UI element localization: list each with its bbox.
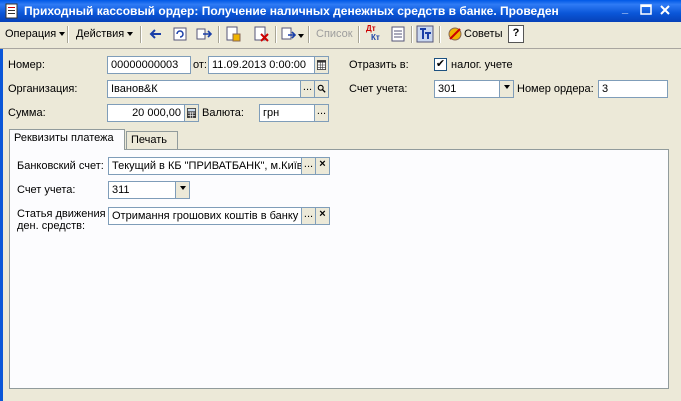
refresh-icon[interactable] — [171, 25, 189, 43]
bank-account-field[interactable]: Текущий в КБ "ПРИВАТБАНК", м.Київ — [108, 157, 302, 175]
currency-label: Валюта: — [202, 107, 244, 119]
chevron-down-icon[interactable] — [298, 34, 304, 38]
calculator-icon[interactable] — [184, 104, 199, 122]
maximize-button[interactable] — [638, 2, 654, 18]
organization-field[interactable]: Іванов&К — [107, 80, 301, 98]
reflect-in-label: Отразить в: — [349, 59, 409, 71]
operation-menu[interactable]: Операция — [5, 26, 66, 42]
bank-account-label: Банковский счет: — [17, 160, 104, 172]
actions-menu[interactable]: Действия — [76, 26, 134, 42]
window-titlebar: Приходный кассовый ордер: Получение нали… — [0, 0, 681, 22]
calendar-icon[interactable] — [314, 56, 329, 74]
tab-panel-payment-details: Банковский счет: Текущий в КБ "ПРИВАТБАН… — [9, 149, 669, 389]
tab-payment-details[interactable]: Реквизиты платежа — [9, 129, 125, 150]
cash-flow-field[interactable]: Отримання грошових коштів в банку — [108, 207, 302, 225]
sum-field[interactable]: 20 000,00 — [107, 104, 185, 122]
payment-account-field[interactable]: 311 — [108, 181, 176, 199]
unpost-document-icon[interactable] — [252, 25, 270, 43]
payment-account-label: Счет учета: — [17, 184, 76, 196]
currency-field[interactable]: грн — [259, 104, 315, 122]
date-from-label: от: — [193, 59, 207, 71]
form-body: Номер: 00000000003 от: 11.09.2013 0:00:0… — [0, 49, 681, 401]
chevron-down-icon — [127, 32, 134, 37]
date-field[interactable]: 11.09.2013 0:00:00 — [208, 56, 315, 74]
tips-icon[interactable] — [446, 25, 464, 43]
bank-account-select-button[interactable]: ... — [301, 157, 316, 175]
minimize-button[interactable]: _ — [617, 2, 633, 18]
document-icon — [5, 3, 18, 19]
operation-menu-label: Операция — [5, 28, 57, 40]
dtkt-bottom-label: Кт — [371, 33, 380, 42]
list-button[interactable]: Список — [316, 26, 353, 42]
toolbar: Операция Действия Список Дт Кт Советы ? — [0, 22, 681, 49]
create-based-on-icon[interactable] — [280, 25, 298, 43]
chevron-down-icon — [59, 32, 66, 37]
tabs-area: Реквизиты платежа Печать Банковский счет… — [9, 129, 669, 391]
account-dropdown[interactable] — [499, 80, 514, 98]
tax-accounting-checkbox[interactable]: ✔ — [434, 58, 447, 71]
currency-select-button[interactable]: ... — [314, 104, 329, 122]
move-document-icon[interactable] — [195, 25, 213, 43]
number-label: Номер: — [8, 59, 45, 71]
organization-label: Организация: — [8, 83, 78, 95]
payment-account-dropdown[interactable] — [175, 181, 190, 199]
tab-print[interactable]: Печать — [126, 131, 178, 150]
help-button[interactable]: ? — [508, 25, 524, 43]
journal-icon[interactable] — [389, 25, 407, 43]
back-arrow-icon[interactable] — [147, 25, 165, 43]
structure-icon[interactable] — [416, 25, 434, 43]
tax-accounting-label: налог. учете — [451, 59, 513, 71]
account-field[interactable]: 301 — [434, 80, 502, 98]
chevron-down-icon — [503, 85, 510, 90]
window-title: Приходный кассовый ордер: Получение нали… — [24, 4, 559, 18]
sum-label: Сумма: — [8, 107, 46, 119]
cash-flow-label-line2: ден. средств: — [17, 220, 86, 232]
chevron-down-icon — [179, 186, 186, 191]
cash-flow-select-button[interactable]: ... — [301, 207, 316, 225]
clear-icon[interactable]: × — [315, 207, 330, 225]
order-number-label: Номер ордера: — [517, 83, 594, 95]
clear-icon[interactable]: × — [315, 157, 330, 175]
close-button[interactable] — [657, 2, 673, 18]
post-document-icon[interactable] — [224, 25, 242, 43]
dtkt-top-label: Дт — [366, 24, 376, 33]
tips-button[interactable]: Советы — [464, 26, 502, 42]
actions-menu-label: Действия — [76, 28, 125, 40]
account-label: Счет учета: — [349, 83, 408, 95]
dtkt-button[interactable]: Дт Кт — [366, 24, 380, 42]
search-icon[interactable] — [314, 80, 329, 98]
organization-select-button[interactable]: ... — [300, 80, 315, 98]
order-number-field[interactable]: 3 — [598, 80, 668, 98]
number-field[interactable]: 00000000003 — [107, 56, 191, 74]
